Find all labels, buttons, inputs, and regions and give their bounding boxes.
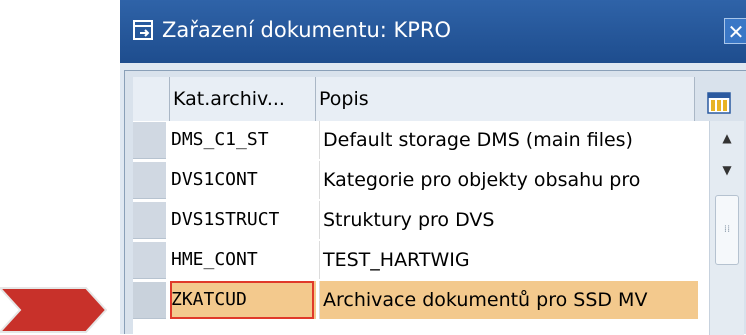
column-header-description[interactable]: Popis	[316, 77, 695, 121]
red-chevron-arrow-icon	[0, 287, 108, 333]
dialog-title: Zařazení dokumentu: KPRO	[162, 18, 452, 42]
document-classification-dialog: Zařazení dokumentu: KPRO ✕ Kat.archiv...…	[120, 0, 746, 335]
cell-description[interactable]: Archivace dokumentů pro SSD MV	[319, 281, 698, 319]
table-row[interactable]: DVS1CONT Kategorie pro objekty obsahu pr…	[133, 161, 709, 199]
table-body: DMS_C1_ST Default storage DMS (main file…	[133, 121, 744, 335]
scroll-thumb[interactable]: ⁞⁞	[715, 195, 739, 265]
row-selector[interactable]	[133, 242, 166, 279]
table-row[interactable]: DMS_C1_ST Default storage DMS (main file…	[133, 121, 709, 159]
cell-archive-category[interactable]: DMS_C1_ST	[170, 121, 316, 159]
vertical-scrollbar[interactable]: ▲ ▼ ⁞⁞	[709, 121, 744, 335]
table-header: Kat.archiv... Popis	[125, 77, 746, 121]
table-row[interactable]: HME_CONT TEST_HARTWIG	[133, 241, 709, 279]
table-row[interactable]: DVS1STRUCT Struktury pro DVS	[133, 201, 709, 239]
cell-description[interactable]: Default storage DMS (main files)	[319, 121, 698, 159]
highlight-outline	[170, 281, 314, 319]
cell-description[interactable]: Kategorie pro objekty obsahu pro	[319, 161, 698, 199]
column-header-archive-category[interactable]: Kat.archiv...	[170, 77, 316, 121]
scroll-up-button[interactable]: ▲	[710, 123, 744, 153]
table-row-highlighted[interactable]: ZKATCUD Archivace dokumentů pro SSD MV	[133, 281, 709, 319]
column-config-button[interactable]	[695, 83, 743, 123]
row-selector[interactable]	[133, 162, 166, 199]
cell-archive-category[interactable]: DVS1CONT	[170, 161, 316, 199]
select-all-cell[interactable]	[133, 77, 170, 121]
archive-category-table: Kat.archiv... Popis DMS_C1_ST Default st…	[124, 70, 746, 335]
scroll-down-button[interactable]: ▼	[710, 155, 744, 185]
row-selector[interactable]	[133, 202, 166, 239]
row-selector[interactable]	[133, 122, 166, 159]
close-button[interactable]: ✕	[724, 18, 746, 44]
cell-description[interactable]: TEST_HARTWIG	[319, 241, 698, 279]
column-layout-icon	[707, 92, 731, 114]
dialog-titlebar: Zařazení dokumentu: KPRO ✕	[120, 0, 746, 63]
row-selector[interactable]	[133, 282, 166, 319]
document-link-icon	[133, 20, 153, 40]
cell-description[interactable]: Struktury pro DVS	[319, 201, 698, 239]
cell-archive-category[interactable]: DVS1STRUCT	[170, 201, 316, 239]
cell-archive-category[interactable]: HME_CONT	[170, 241, 316, 279]
